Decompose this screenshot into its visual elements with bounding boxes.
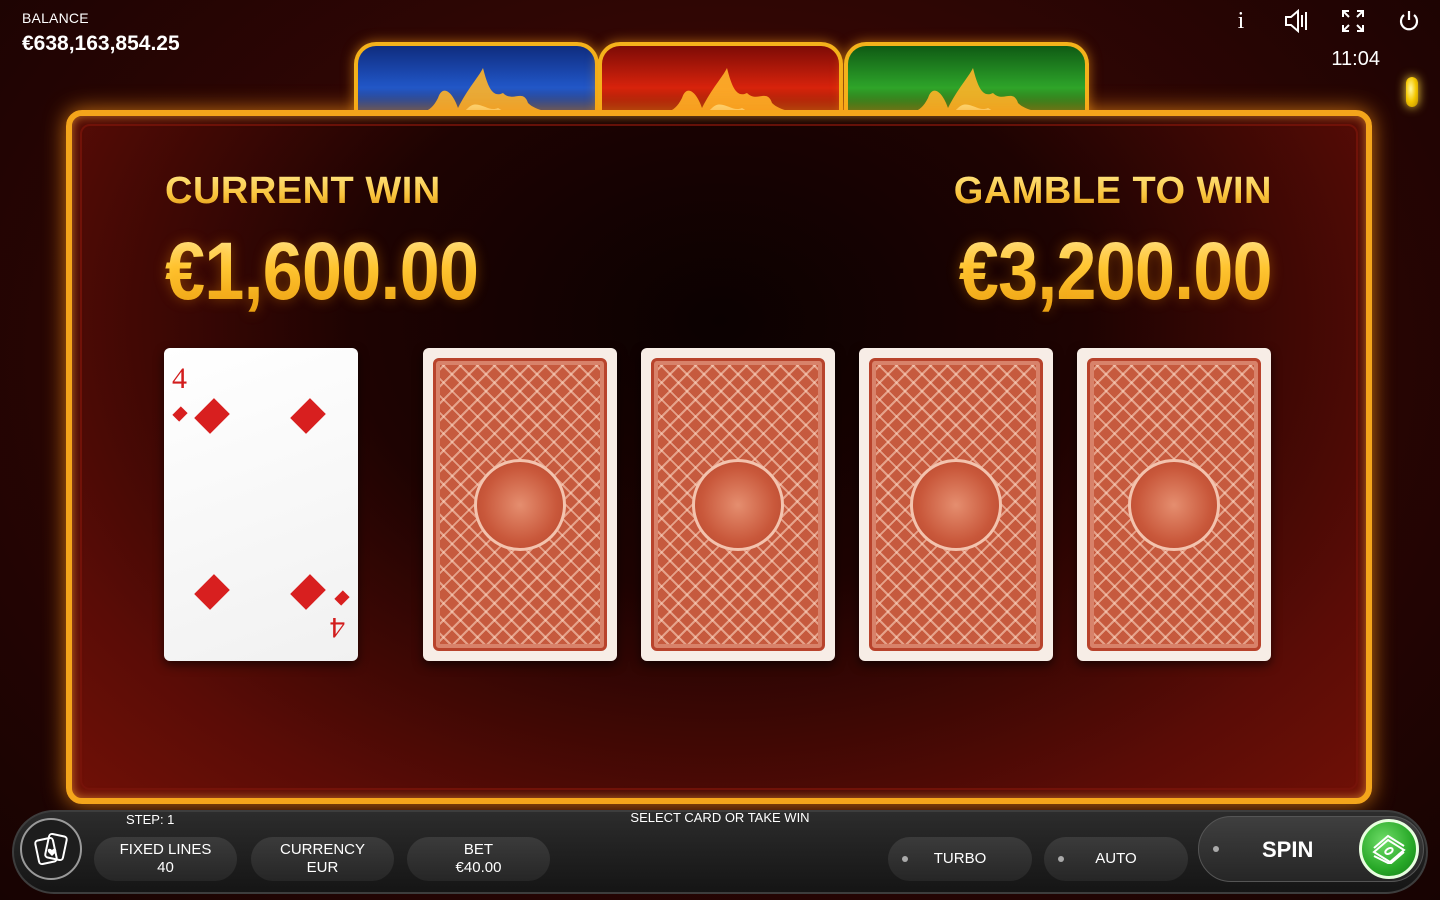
face-down-card-3[interactable] [859, 348, 1053, 661]
face-down-card-1[interactable] [423, 348, 617, 661]
card-rank-bottom: 4 [330, 611, 345, 644]
card-rank-top: 4 [172, 362, 187, 395]
auto-button[interactable]: AUTO [1044, 837, 1188, 881]
sound-icon[interactable] [1284, 8, 1310, 34]
fixed-lines-display[interactable]: FIXED LINES 40 [94, 837, 237, 881]
card-back-pattern [651, 358, 825, 651]
currency-label: CURRENCY [279, 841, 365, 858]
card-emblem-icon [910, 458, 1002, 551]
dealer-card: 4 4 [164, 348, 358, 661]
diamond-small-icon [172, 406, 188, 422]
face-down-card-4[interactable] [1077, 348, 1271, 661]
card-emblem-icon [1128, 458, 1220, 551]
power-icon[interactable] [1396, 8, 1422, 34]
spin-indicator [1213, 846, 1219, 852]
diamond-icon [290, 574, 326, 610]
info-icon[interactable]: i [1228, 8, 1254, 34]
diamond-icon [194, 398, 230, 434]
info-glyph: i [1237, 7, 1245, 34]
turbo-button[interactable]: TURBO [888, 837, 1032, 881]
current-win-value: €1,600.00 [165, 226, 479, 317]
currency-selector[interactable]: CURRENCY EUR [251, 837, 394, 881]
card-back-pattern [433, 358, 607, 651]
fixed-lines-value: 40 [157, 859, 174, 876]
fullscreen-icon[interactable] [1340, 8, 1366, 34]
bet-label: BET [463, 841, 494, 858]
currency-value: EUR [306, 859, 339, 876]
gamble-to-win-label: GAMBLE TO WIN [953, 170, 1272, 212]
cash-icon [1359, 819, 1419, 879]
face-down-card-2[interactable] [641, 348, 835, 661]
spin-label: SPIN [1262, 837, 1314, 862]
bet-value: €40.00 [455, 859, 502, 876]
clock: 11:04 [1331, 48, 1380, 70]
balance-value: €638,163,854.25 [22, 32, 180, 55]
spin-button[interactable]: SPIN [1198, 816, 1424, 882]
auto-indicator [1058, 856, 1064, 862]
balance-label: BALANCE [22, 10, 89, 26]
diamond-icon [194, 574, 230, 610]
menu-button[interactable] [20, 818, 82, 880]
turbo-label: TURBO [933, 850, 987, 867]
card-back-pattern [1087, 358, 1261, 651]
current-win-label: CURRENT WIN [165, 170, 441, 212]
card-back-pattern [869, 358, 1043, 651]
coin-icon [1406, 77, 1418, 107]
bet-selector[interactable]: BET €40.00 [407, 837, 550, 881]
auto-label: AUTO [1095, 850, 1137, 867]
card-emblem-icon [474, 458, 566, 551]
turbo-indicator [902, 856, 908, 862]
top-toolbar: i [1228, 8, 1422, 34]
gamble-to-win-value: €3,200.00 [958, 226, 1273, 317]
cards-menu-icon [34, 832, 68, 866]
diamond-icon [290, 398, 326, 434]
card-emblem-icon [692, 458, 784, 551]
fixed-lines-label: FIXED LINES [119, 841, 212, 858]
diamond-small-icon [334, 590, 350, 606]
